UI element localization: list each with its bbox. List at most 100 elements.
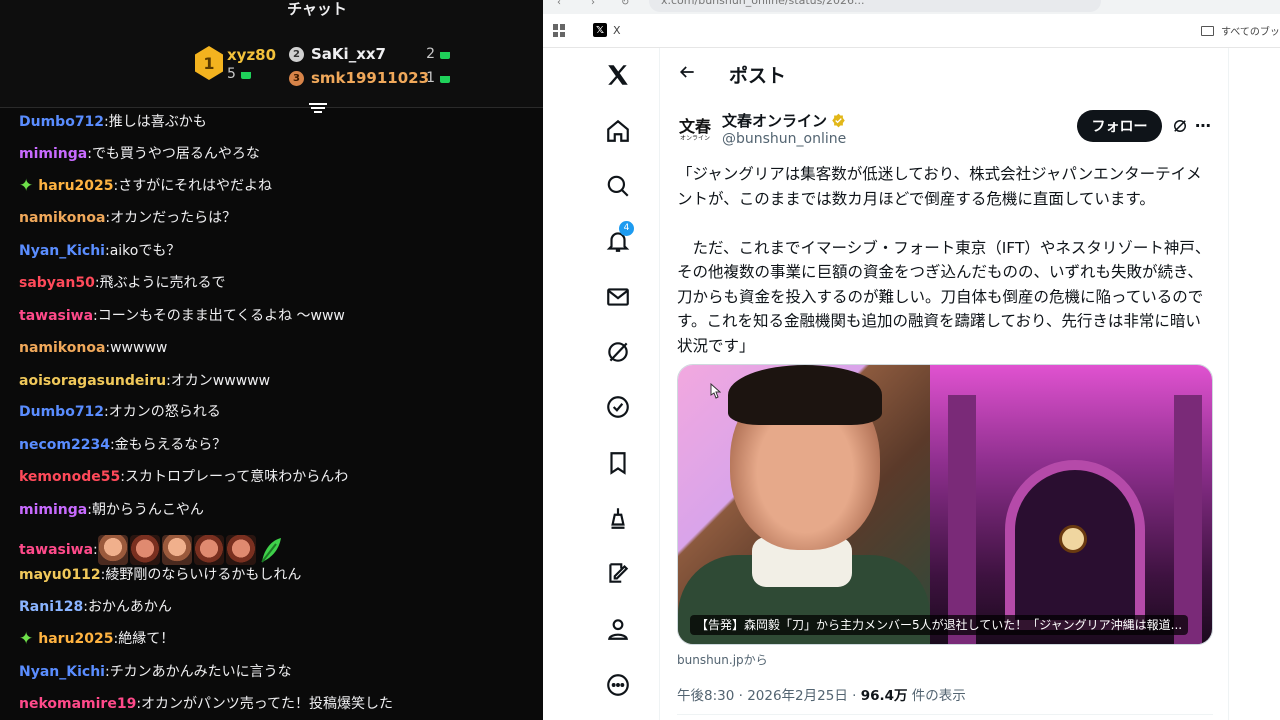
chat-text: aikoでも？: [109, 243, 181, 259]
notifications-bell-icon[interactable]: 4: [605, 221, 634, 254]
chat-username[interactable]: kemonode55: [19, 468, 120, 486]
chat-username[interactable]: haru2025: [38, 177, 113, 195]
chat-text: おかんあかん: [87, 599, 172, 615]
all-bookmarks-label: すべてのブックマ: [1221, 27, 1280, 38]
grok-explain-icon[interactable]: [1171, 117, 1189, 135]
chat-text: チカンあかんみたいに言うな: [109, 664, 292, 680]
face-emote-icon: [97, 535, 128, 565]
card-source[interactable]: bunshun.jpから: [677, 651, 768, 668]
face-emote-icon: [129, 535, 160, 565]
chat-text: オカンの怒られる: [108, 404, 221, 420]
chat-username[interactable]: mayu0112: [19, 566, 101, 584]
author-name[interactable]: 文春オンライン: [722, 110, 846, 131]
post-meta: 午後8:30 · 2026年2月25日 · 96.4万 件の表示: [677, 684, 966, 704]
link-card[interactable]: 【告発】森岡毅「刀」から主力メンバー5人が退社していた！「ジャングリア沖縄は報道…: [677, 364, 1213, 645]
chat-username[interactable]: Nyan_Kichi: [19, 663, 105, 681]
follow-button[interactable]: フォロー: [1077, 110, 1162, 142]
chat-text: 金もらえるなら？: [114, 437, 227, 453]
chat-text: スカトロプレーって意味わからんわ: [124, 469, 349, 485]
chat-username[interactable]: Nyan_Kichi: [19, 242, 105, 260]
chat-text: オカンwwwww: [170, 373, 271, 389]
reload-icon[interactable]: ↻: [621, 0, 629, 8]
x-logo-icon[interactable]: [605, 62, 631, 88]
url-field[interactable]: x.com/bunshun_online/status/2026...: [649, 0, 1101, 12]
chat-message: Rani128: おかんあかん: [19, 598, 172, 616]
bookmark-x[interactable]: 𝕏 X: [593, 23, 621, 37]
chat-message: ✦ haru2025: 絶縁て！: [19, 630, 174, 648]
post-header: ポスト: [661, 48, 1228, 100]
chat-username[interactable]: nekomamire19: [19, 695, 136, 713]
chat-username[interactable]: Dumbo712: [19, 403, 104, 421]
post-views: 96.4万: [860, 688, 908, 704]
silver-rank-icon: 2: [289, 46, 304, 62]
collapse-leaderboard-icon[interactable]: [309, 101, 327, 117]
search-icon[interactable]: [605, 173, 631, 199]
chat-header: チャット 1 xyz80 5 2 SaKi_xx7 2 3 smk1991102…: [0, 0, 543, 113]
leaderboard-second[interactable]: 2 SaKi_xx7 2: [289, 42, 450, 66]
more-options-icon[interactable]: ⋯: [1195, 116, 1212, 135]
gold-verified-icon: [832, 113, 845, 128]
sparkle-badge-icon: ✦: [19, 629, 34, 649]
forward-nav-icon[interactable]: ›: [591, 0, 595, 8]
chat-message: ✦ haru2025: さすがにそれはやだよね: [19, 177, 272, 195]
face-emote-icon: [161, 535, 192, 565]
chat-text: 綾野剛のならいけるかもしれん: [105, 567, 302, 583]
chat-message: sabyan50: 飛ぶように売れるで: [19, 274, 226, 292]
face-emote-icon: [225, 535, 256, 565]
author-handle[interactable]: @bunshun_online: [722, 131, 846, 147]
chat-username[interactable]: Rani128: [19, 598, 83, 616]
chat-panel: チャット 1 xyz80 5 2 SaKi_xx7 2 3 smk1991102…: [0, 0, 543, 720]
chat-message: mayu0112: 綾野剛のならいけるかもしれん: [19, 566, 301, 584]
profile-icon[interactable]: [605, 616, 631, 642]
leaderboard-first[interactable]: 1 xyz80 5: [195, 46, 276, 84]
back-nav-icon[interactable]: ‹: [557, 0, 561, 8]
chat-username[interactable]: tawasiwa: [19, 541, 93, 559]
chat-username[interactable]: aoisoragasundeiru: [19, 372, 166, 390]
card-photo-venue: [930, 365, 1212, 644]
chat-username[interactable]: haru2025: [38, 630, 113, 648]
compose-icon[interactable]: [605, 560, 631, 586]
chat-message: Dumbo712: 推しは喜ぶかも: [19, 113, 207, 131]
post-views-suffix: 件の表示: [907, 688, 966, 704]
all-bookmarks-folder[interactable]: すべてのブックマ: [1201, 23, 1280, 38]
author-name-text: 文春オンライン: [722, 112, 828, 130]
grok-icon[interactable]: [605, 339, 631, 365]
leaderboard-first-count: 5: [227, 64, 276, 84]
chat-username[interactable]: necom2234: [19, 436, 110, 454]
more-circle-icon[interactable]: [605, 672, 631, 698]
bookmark-icon[interactable]: [605, 450, 631, 476]
chat-username[interactable]: namikonoa: [19, 209, 105, 227]
count-value: 2: [426, 46, 435, 62]
post-body: 「ジャングリアは集客数が低迷しており、株式会社ジャパンエンターテイメントが、この…: [677, 165, 1211, 355]
gold-rank-icon: 1: [195, 46, 223, 80]
mail-icon[interactable]: [605, 284, 631, 310]
folder-icon: [1201, 25, 1214, 36]
leaderboard-third-count: 1: [413, 70, 435, 86]
chat-message: Nyan_Kichi: aikoでも？: [19, 242, 180, 260]
back-arrow-icon[interactable]: [677, 62, 697, 82]
leaderboard-third[interactable]: 3 smk19911023 1: [289, 66, 450, 90]
post-time[interactable]: 午後8:30 · 2026年2月25日 ·: [677, 688, 861, 704]
home-icon[interactable]: [605, 118, 631, 144]
chat-text: 絶縁て！: [118, 631, 175, 647]
bits-icon: [240, 69, 251, 79]
chat-username[interactable]: Dumbo712: [19, 113, 104, 131]
leaderboard-list: 2 SaKi_xx7 2 3 smk19911023 1: [289, 42, 450, 90]
chat-message: nekomamire19: オカンがパンツ売ってた！投稿爆笑した: [19, 695, 393, 713]
chat-username[interactable]: miminga: [19, 501, 87, 519]
chat-username[interactable]: sabyan50: [19, 274, 95, 292]
chat-text: オカンがパンツ売ってた！投稿爆笑した: [141, 696, 394, 712]
chat-username[interactable]: miminga: [19, 145, 87, 163]
chat-username[interactable]: namikonoa: [19, 339, 105, 357]
premium-icon[interactable]: [605, 505, 631, 531]
bookmarks-bar: 𝕏 X すべてのブックマ: [543, 14, 1280, 48]
x-side-nav: 4: [543, 48, 660, 720]
bits-icon: [440, 73, 450, 83]
chat-username[interactable]: tawasiwa: [19, 307, 93, 325]
notification-badge: 4: [619, 221, 634, 236]
leaderboard-third-name: smk19911023: [311, 69, 430, 87]
mouse-cursor-icon: [710, 383, 721, 399]
avatar[interactable]: 文春 オンライン: [677, 112, 713, 148]
verified-orgs-icon[interactable]: [605, 394, 631, 420]
apps-grid-icon[interactable]: [553, 24, 566, 37]
